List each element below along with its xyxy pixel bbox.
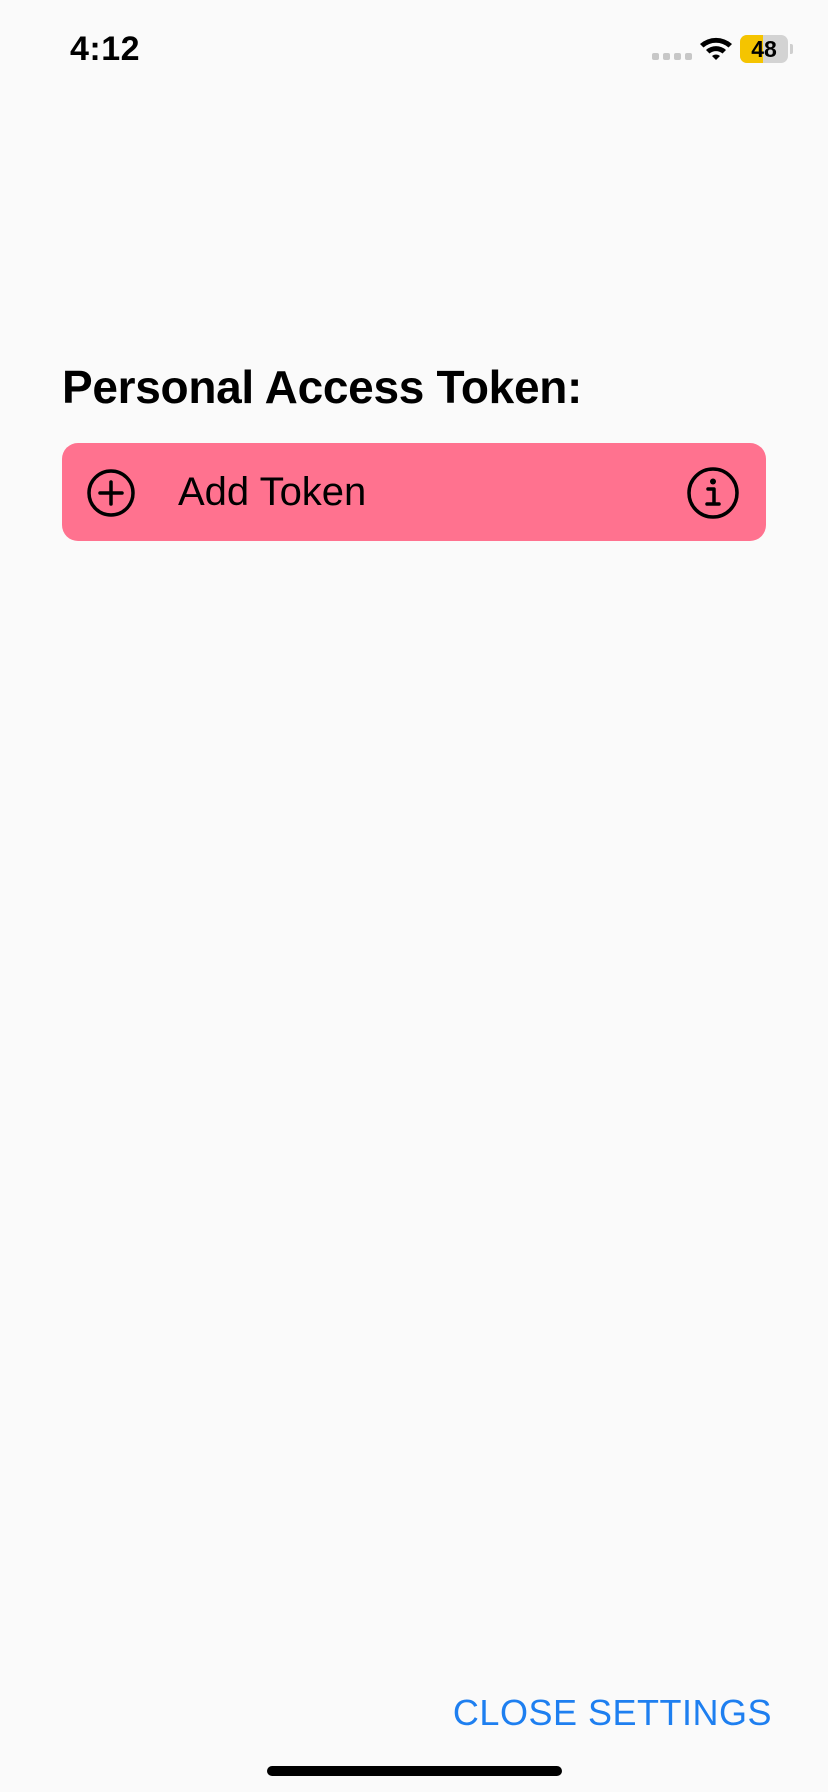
battery-level: 48 bbox=[751, 36, 777, 62]
home-indicator[interactable] bbox=[267, 1766, 562, 1776]
info-icon[interactable] bbox=[686, 466, 740, 520]
add-token-button[interactable]: Add Token bbox=[62, 443, 766, 541]
close-settings-button[interactable]: CLOSE SETTINGS bbox=[453, 1692, 772, 1734]
status-time: 4:12 bbox=[70, 30, 141, 68]
cellular-signal-icon bbox=[652, 53, 692, 60]
battery-icon: 48 bbox=[740, 35, 793, 63]
status-bar: 4:12 48 bbox=[0, 0, 828, 100]
plus-circle-icon bbox=[87, 469, 135, 517]
add-token-label: Add Token bbox=[178, 470, 367, 514]
section-title: Personal Access Token: bbox=[62, 361, 583, 413]
wifi-icon bbox=[700, 37, 732, 60]
